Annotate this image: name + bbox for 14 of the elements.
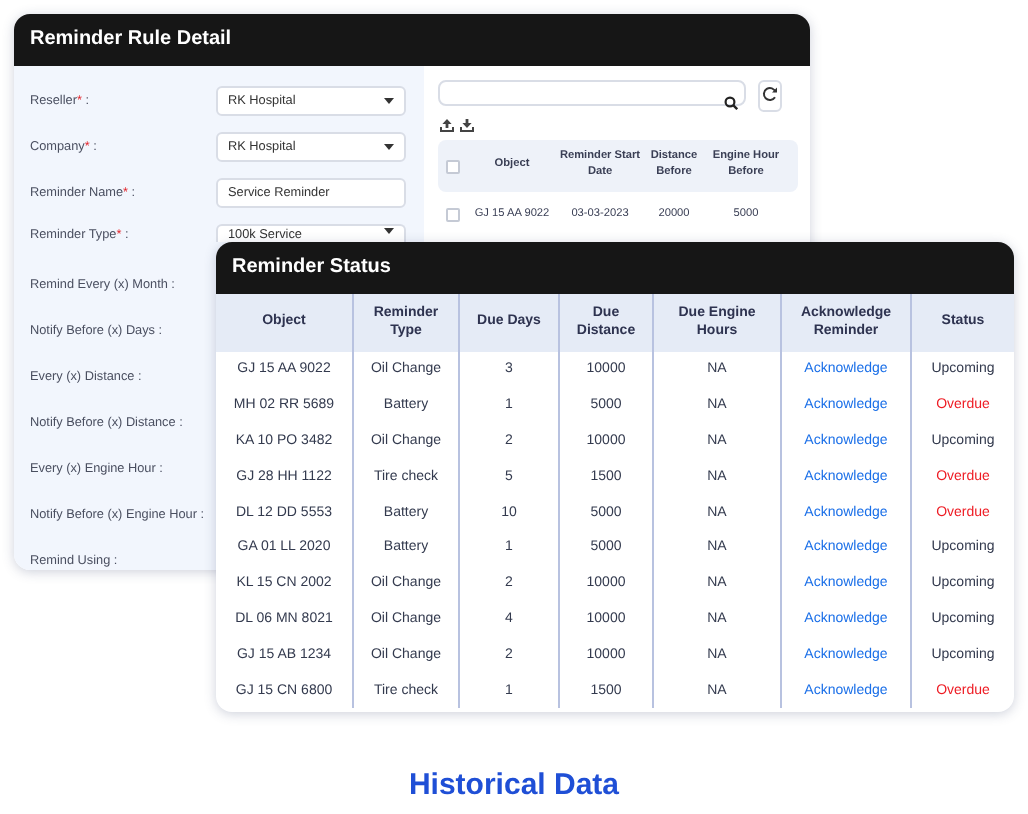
upload-icon[interactable] bbox=[440, 118, 454, 132]
refresh-button[interactable] bbox=[758, 80, 782, 112]
checkbox[interactable] bbox=[446, 207, 460, 221]
caret-icon bbox=[384, 228, 394, 234]
window-title: Reminder Status bbox=[216, 242, 1014, 294]
download-icon[interactable] bbox=[460, 118, 474, 132]
window-title: Reminder Rule Detail bbox=[14, 14, 810, 66]
caption-title: Historical Data bbox=[406, 768, 622, 802]
search-icon bbox=[724, 96, 738, 110]
search-field[interactable] bbox=[438, 80, 746, 106]
caret-icon bbox=[384, 144, 394, 150]
checkbox[interactable] bbox=[446, 159, 460, 173]
caret-icon bbox=[384, 98, 394, 104]
refresh-icon bbox=[762, 86, 778, 102]
